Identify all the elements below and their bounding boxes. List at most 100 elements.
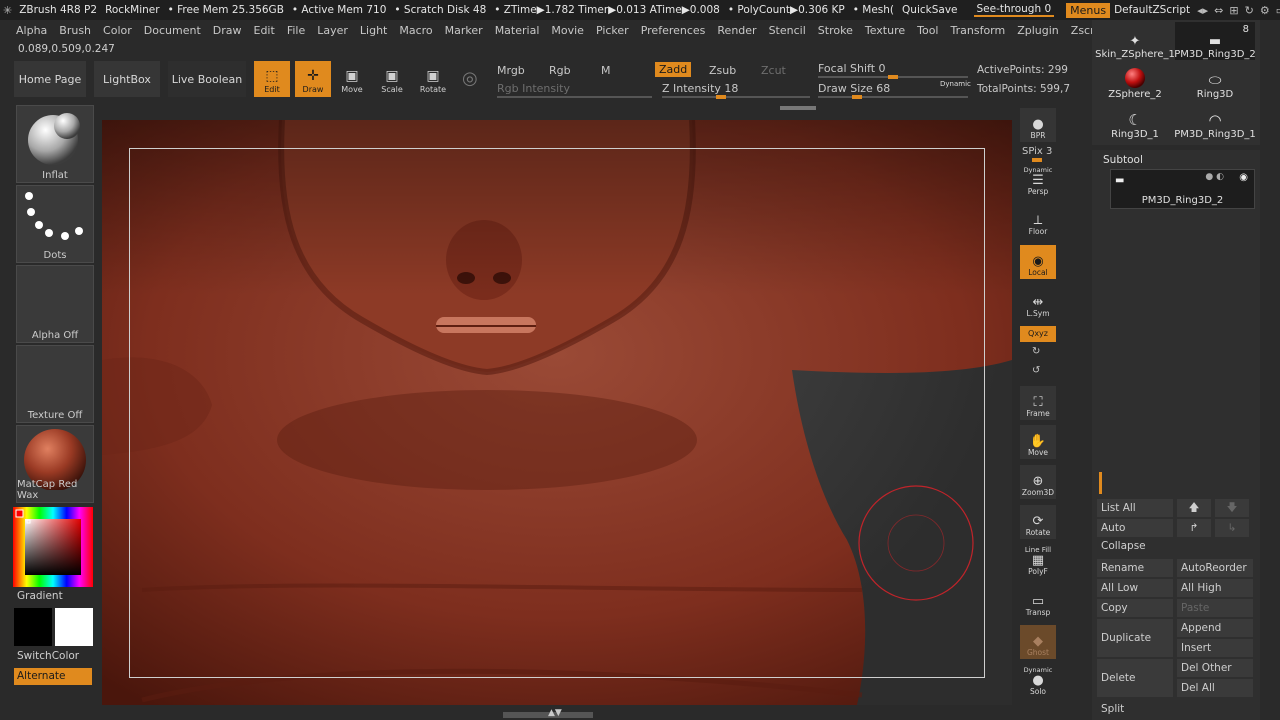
menu-alpha[interactable]: Alpha xyxy=(10,24,53,37)
arrows-icon[interactable]: ◂▸ xyxy=(1194,4,1211,17)
zcut-button[interactable]: Zcut xyxy=(761,64,786,77)
dynamic-toggle[interactable]: Dynamic xyxy=(940,80,971,88)
subtool-scrollbar[interactable] xyxy=(1099,472,1102,494)
rotate-view-button[interactable]: ⟳ Rotate xyxy=(1020,505,1056,539)
tool-ring3d[interactable]: ⬭ Ring3D xyxy=(1175,62,1255,100)
collapse-arrows-icon[interactable]: ▲▼ xyxy=(548,708,562,718)
move-up-arrow-icon[interactable]: 🡅 xyxy=(1177,499,1211,517)
layout-icon[interactable]: ⊞ xyxy=(1226,4,1241,17)
see-through-slider[interactable]: See-through 0 xyxy=(973,3,1055,17)
material-thumbnail[interactable]: MatCap Red Wax xyxy=(16,425,94,503)
draw-mode-button[interactable]: ✛ Draw xyxy=(295,61,331,97)
menu-draw[interactable]: Draw xyxy=(207,24,248,37)
visibility-eye-icon[interactable]: ◉ xyxy=(1239,172,1248,183)
insert-button[interactable]: Insert xyxy=(1177,639,1253,657)
duplicate-button[interactable]: Duplicate xyxy=(1097,619,1173,657)
texture-thumbnail[interactable]: Texture Off xyxy=(16,345,94,423)
expand-icon[interactable]: ⇔ xyxy=(1211,4,1226,17)
default-zscript-button[interactable]: DefaultZScript xyxy=(1110,4,1194,16)
menu-document[interactable]: Document xyxy=(138,24,207,37)
bpr-button[interactable]: ● BPR xyxy=(1020,108,1056,142)
rotate-mode-button[interactable]: ▣ Rotate xyxy=(415,61,451,97)
lsym-button[interactable]: ⇹ L.Sym xyxy=(1020,286,1056,320)
menu-file[interactable]: File xyxy=(281,24,311,37)
move-mode-button[interactable]: ▣ Move xyxy=(334,61,370,97)
tool-ring3d-1[interactable]: ☾ Ring3D_1 xyxy=(1095,102,1175,140)
split-button[interactable]: Split xyxy=(1097,700,1173,718)
tool-pm3d-ring3d-2[interactable]: 8 ▬ PM3D_Ring3D_2 xyxy=(1174,22,1256,60)
menu-picker[interactable]: Picker xyxy=(590,24,635,37)
menu-preferences[interactable]: Preferences xyxy=(635,24,712,37)
persp-button[interactable]: Dynamic ☰ Persp xyxy=(1020,164,1056,198)
xyz-symmetry-button[interactable]: Qxyz xyxy=(1020,326,1056,342)
zadd-button[interactable]: Zadd xyxy=(655,62,692,77)
polyf-button[interactable]: Line Fill ▦ PolyF xyxy=(1020,544,1056,578)
menu-light[interactable]: Light xyxy=(354,24,393,37)
menu-stencil[interactable]: Stencil xyxy=(763,24,812,37)
brush-thumbnail[interactable]: Inflat xyxy=(16,105,94,183)
home-page-button[interactable]: Home Page xyxy=(14,61,86,97)
floor-button[interactable]: ⟂ Floor xyxy=(1020,204,1056,238)
focal-shift-knob[interactable] xyxy=(888,75,898,79)
auto-reorder-button[interactable]: AutoReorder xyxy=(1177,559,1253,577)
z-intensity-track[interactable] xyxy=(662,96,810,98)
draw-size-slider[interactable]: Draw Size 68 xyxy=(818,82,890,95)
menus-toggle-button[interactable]: Menus xyxy=(1066,2,1111,18)
move-view-button[interactable]: ✋ Move xyxy=(1020,425,1056,459)
switchcolor-button[interactable]: SwitchColor xyxy=(17,650,79,662)
menu-zplugin[interactable]: Zplugin xyxy=(1011,24,1065,37)
spix-knob[interactable] xyxy=(1032,158,1042,162)
ghost-button[interactable]: ◆ Ghost xyxy=(1020,625,1056,659)
all-high-button[interactable]: All High xyxy=(1177,579,1253,597)
menu-edit[interactable]: Edit xyxy=(248,24,281,37)
arrow-right-down-icon[interactable]: ↳ xyxy=(1215,519,1249,537)
gizmo-icon[interactable]: ◎ xyxy=(462,68,478,89)
menu-layer[interactable]: Layer xyxy=(311,24,354,37)
main-color-swatch[interactable] xyxy=(14,608,52,646)
tool-skin-zsphere-1[interactable]: ✦ Skin_ZSphere_1 xyxy=(1095,22,1175,60)
color-picker[interactable] xyxy=(13,507,93,587)
rgb-intensity-slider[interactable]: Rgb Intensity xyxy=(497,82,570,95)
menu-material[interactable]: Material xyxy=(489,24,546,37)
delete-button[interactable]: Delete xyxy=(1097,659,1173,697)
auto-collapse-button[interactable]: Auto Collapse xyxy=(1097,519,1173,552)
frame-button[interactable]: ⛶ Frame xyxy=(1020,386,1056,420)
solo-button[interactable]: Dynamic ● Solo xyxy=(1020,664,1056,698)
alpha-thumbnail[interactable]: Alpha Off xyxy=(16,265,94,343)
rgb-button[interactable]: Rgb xyxy=(549,64,571,77)
focal-shift-slider[interactable]: Focal Shift 0 xyxy=(818,62,886,75)
arrow-right-up-icon[interactable]: ↱ xyxy=(1177,519,1211,537)
gradient-toggle[interactable]: Gradient xyxy=(17,590,63,602)
rotate-z-icon[interactable]: ↺ xyxy=(1032,365,1040,376)
tool-zsphere-2[interactable]: ZSphere_2 xyxy=(1095,62,1175,100)
scale-mode-button[interactable]: ▣ Scale xyxy=(374,61,410,97)
menu-texture[interactable]: Texture xyxy=(859,24,911,37)
rename-button[interactable]: Rename xyxy=(1097,559,1173,577)
mrgb-button[interactable]: Mrgb xyxy=(497,64,525,77)
menu-stroke[interactable]: Stroke xyxy=(812,24,859,37)
refresh-icon[interactable]: ↻ xyxy=(1242,4,1257,17)
rotate-y-icon[interactable]: ↻ xyxy=(1032,346,1040,357)
lightbox-button[interactable]: LightBox xyxy=(94,61,160,97)
all-low-button[interactable]: All Low xyxy=(1097,579,1173,597)
move-down-arrow-icon[interactable]: 🡇 xyxy=(1215,499,1249,517)
rgb-intensity-track[interactable] xyxy=(497,96,652,98)
polygroup-icon[interactable]: ● ◐ xyxy=(1205,172,1224,182)
draw-size-track[interactable] xyxy=(818,96,968,98)
paste-button[interactable]: Paste xyxy=(1177,599,1253,617)
shelf-scroll-handle[interactable] xyxy=(780,106,816,110)
menu-color[interactable]: Color xyxy=(97,24,138,37)
secondary-color-swatch[interactable] xyxy=(55,608,93,646)
zoom3d-button[interactable]: ⊕ Zoom3D xyxy=(1020,465,1056,499)
menu-marker[interactable]: Marker xyxy=(439,24,489,37)
zsub-button[interactable]: Zsub xyxy=(709,64,736,77)
live-boolean-button[interactable]: Live Boolean xyxy=(168,61,246,97)
tool-pm3d-ring3d-1[interactable]: ◠ PM3D_Ring3D_1 xyxy=(1174,102,1256,140)
del-all-button[interactable]: Del All xyxy=(1177,679,1253,697)
minimize-icon[interactable]: ▭ xyxy=(1273,4,1280,17)
alternate-button[interactable]: Alternate xyxy=(14,668,92,685)
quicksave-button[interactable]: QuickSave xyxy=(898,4,961,16)
draw-size-knob[interactable] xyxy=(852,95,862,99)
del-other-button[interactable]: Del Other xyxy=(1177,659,1253,677)
z-intensity-slider[interactable]: Z Intensity 18 xyxy=(662,82,738,95)
